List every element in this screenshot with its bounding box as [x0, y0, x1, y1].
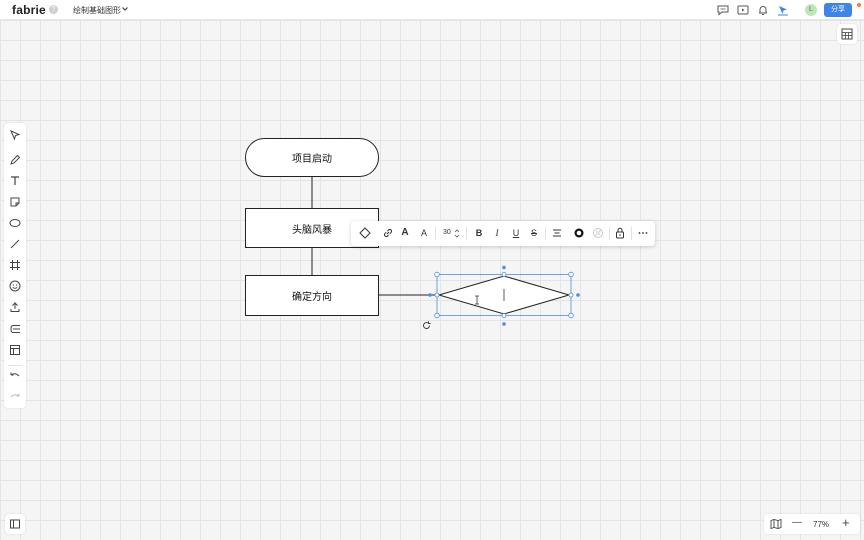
- cursor-follow-icon[interactable]: [776, 3, 790, 17]
- zoom-out-button[interactable]: —: [792, 517, 802, 528]
- undo-icon[interactable]: [8, 369, 22, 383]
- app-logo[interactable]: fabrie: [12, 3, 46, 17]
- zoom-in-button[interactable]: +: [842, 515, 850, 530]
- mindmap-icon[interactable]: [8, 322, 22, 336]
- toolbar-divider: [435, 227, 436, 240]
- underline-button[interactable]: U: [511, 226, 521, 240]
- text-color-button[interactable]: A: [419, 226, 429, 240]
- line-icon[interactable]: [8, 237, 22, 251]
- toolbar-divider: [545, 227, 546, 240]
- connection-point[interactable]: [576, 293, 580, 297]
- panel-icon: [10, 519, 20, 529]
- diamond-shape-icon[interactable]: [358, 226, 372, 240]
- connection-point[interactable]: [428, 293, 432, 297]
- resize-handle[interactable]: [568, 312, 574, 319]
- bell-icon[interactable]: [756, 3, 770, 17]
- strikethrough-button[interactable]: S: [529, 226, 539, 240]
- flow-node-start[interactable]: 项目启动: [245, 138, 379, 177]
- sidebar-toggle-button[interactable]: [5, 514, 25, 534]
- emoji-icon[interactable]: [8, 279, 22, 293]
- toolbar-divider: [8, 365, 22, 366]
- ibeam-cursor-icon: [475, 295, 479, 305]
- document-title[interactable]: 绘制基础图形: [73, 5, 121, 16]
- align-center-icon[interactable]: [550, 226, 564, 240]
- table-icon: [841, 28, 853, 40]
- connection-point[interactable]: [502, 265, 506, 270]
- more-icon[interactable]: [636, 226, 650, 240]
- top-bar: fabrie ? 绘制基础图形 L 分享: [0, 0, 864, 20]
- share-button[interactable]: 分享: [824, 3, 852, 17]
- font-size-stepper-icon[interactable]: [454, 228, 460, 239]
- template-icon[interactable]: [8, 343, 22, 357]
- selection-box: [436, 274, 572, 316]
- pen-icon[interactable]: [8, 153, 22, 167]
- resize-handle[interactable]: [434, 271, 440, 278]
- border-color-icon[interactable]: [572, 226, 586, 240]
- flow-node-label: 确定方向: [292, 292, 332, 303]
- toolbar-divider: [631, 227, 632, 240]
- bold-button[interactable]: B: [474, 226, 484, 240]
- chevron-down-icon[interactable]: [121, 5, 129, 13]
- zoom-controls: — 77% +: [764, 514, 860, 534]
- toolbar-divider: [609, 227, 610, 240]
- resize-handle[interactable]: [568, 271, 574, 278]
- avatar[interactable]: L: [805, 4, 817, 16]
- map-icon[interactable]: [769, 517, 783, 531]
- toolbar-divider: [466, 227, 467, 240]
- lock-icon[interactable]: [613, 226, 627, 240]
- rotate-handle-icon[interactable]: [423, 321, 431, 329]
- canvas-overlay: [311, 177, 580, 329]
- shape-icon[interactable]: [8, 216, 22, 230]
- connection-point[interactable]: [502, 322, 506, 326]
- resize-handle[interactable]: [501, 272, 507, 277]
- font-style-button[interactable]: A: [400, 226, 410, 240]
- resize-handle[interactable]: [501, 313, 507, 318]
- notification-dot: [857, 3, 861, 7]
- shape-format-toolbar: A A 30 B I U S: [351, 221, 655, 246]
- present-icon[interactable]: [736, 3, 750, 17]
- link-icon[interactable]: [381, 226, 395, 240]
- frame-icon[interactable]: [8, 258, 22, 272]
- diamond-shape[interactable]: [437, 275, 571, 315]
- sticky-note-icon[interactable]: [8, 195, 22, 209]
- resize-handle[interactable]: [434, 312, 440, 319]
- flow-node-direction[interactable]: 确定方向: [245, 275, 379, 316]
- font-size-input[interactable]: 30: [443, 226, 451, 240]
- italic-button[interactable]: I: [492, 226, 502, 240]
- fill-color-icon[interactable]: [591, 226, 605, 240]
- flow-node-label: 头脑风暴: [292, 224, 332, 236]
- resize-handle[interactable]: [568, 292, 574, 298]
- left-toolbar: [4, 123, 26, 408]
- table-panel-button[interactable]: [837, 24, 857, 44]
- zoom-level[interactable]: 77%: [813, 520, 829, 529]
- help-badge[interactable]: ?: [49, 5, 58, 14]
- upload-icon[interactable]: [8, 300, 22, 314]
- text-icon[interactable]: [8, 174, 22, 188]
- comment-icon[interactable]: [716, 3, 730, 17]
- resize-handle[interactable]: [434, 292, 440, 298]
- flow-node-label: 项目启动: [292, 154, 332, 165]
- select-icon[interactable]: [8, 128, 22, 142]
- redo-icon[interactable]: [8, 390, 22, 404]
